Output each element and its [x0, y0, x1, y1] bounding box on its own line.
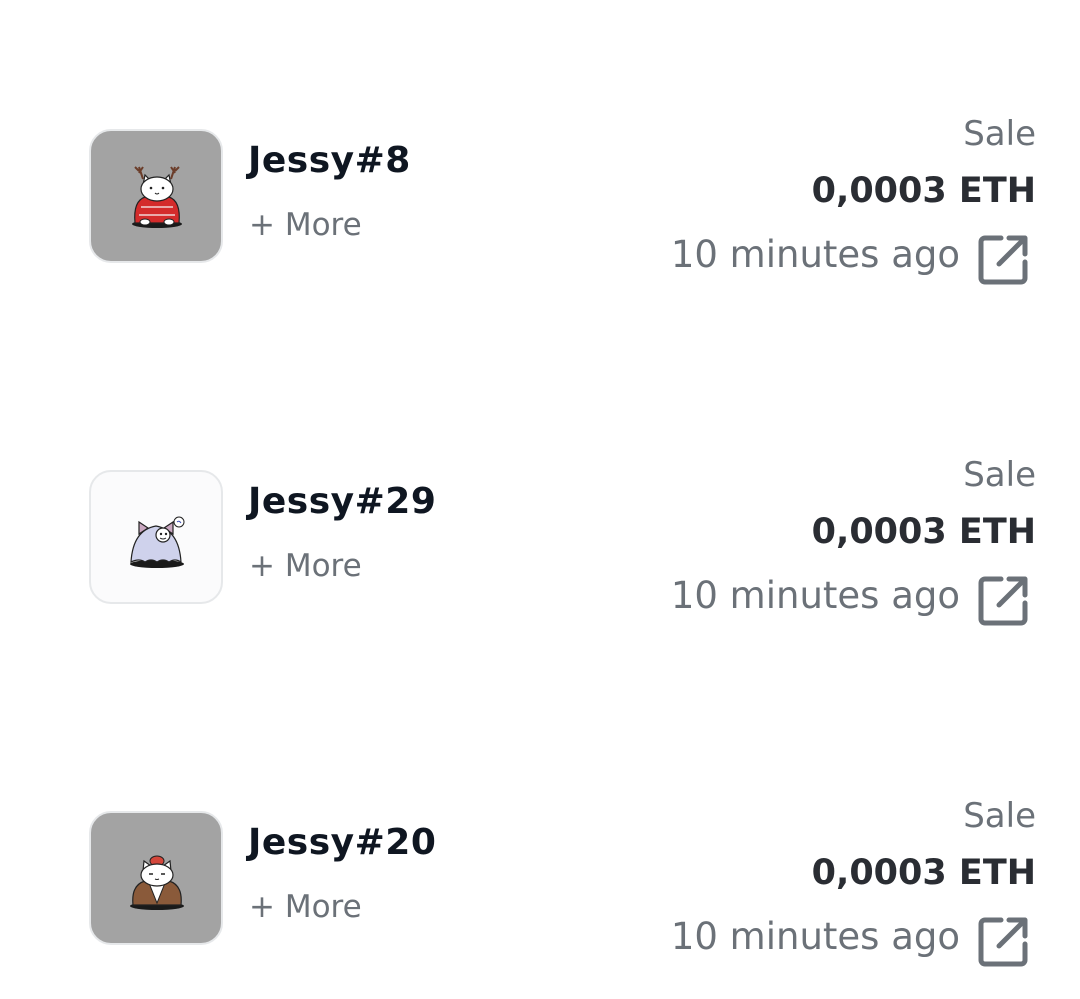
more-link[interactable]: + More [249, 207, 362, 243]
item-name[interactable]: Jessy#8 [248, 140, 411, 181]
external-link-icon[interactable] [975, 571, 1033, 629]
activity-list: Jessy#8 + More Sale 0,0003 ETH 10 minute… [0, 0, 1080, 999]
price: 0,0003 ETH [811, 853, 1036, 893]
external-link-icon[interactable] [975, 912, 1033, 970]
price: 0,0003 ETH [811, 512, 1036, 552]
cat-avatar-image [132, 166, 182, 228]
event-type: Sale [963, 114, 1036, 154]
nft-thumbnail[interactable] [89, 129, 223, 263]
item-name[interactable]: Jessy#29 [248, 481, 436, 522]
more-link[interactable]: + More [249, 889, 362, 925]
external-link-icon[interactable] [975, 230, 1033, 288]
timestamp: 10 minutes ago [670, 574, 960, 617]
timestamp: 10 minutes ago [670, 233, 960, 276]
more-link[interactable]: + More [249, 548, 362, 584]
nft-thumbnail[interactable] [89, 470, 223, 604]
item-name[interactable]: Jessy#20 [248, 822, 436, 863]
price: 0,0003 ETH [811, 171, 1036, 211]
activity-row: Jessy#8 + More Sale 0,0003 ETH 10 minute… [0, 114, 1080, 285]
activity-row: Jessy#29 + More Sale 0,0003 ETH 10 minut… [0, 455, 1080, 626]
nft-thumbnail[interactable] [89, 811, 223, 945]
event-type: Sale [963, 455, 1036, 495]
event-type: Sale [963, 796, 1036, 836]
cat-avatar-image [130, 516, 185, 568]
cat-avatar-image [130, 855, 184, 910]
activity-row: Jessy#20 + More Sale 0,0003 ETH 10 minut… [0, 796, 1080, 967]
timestamp: 10 minutes ago [670, 915, 960, 958]
